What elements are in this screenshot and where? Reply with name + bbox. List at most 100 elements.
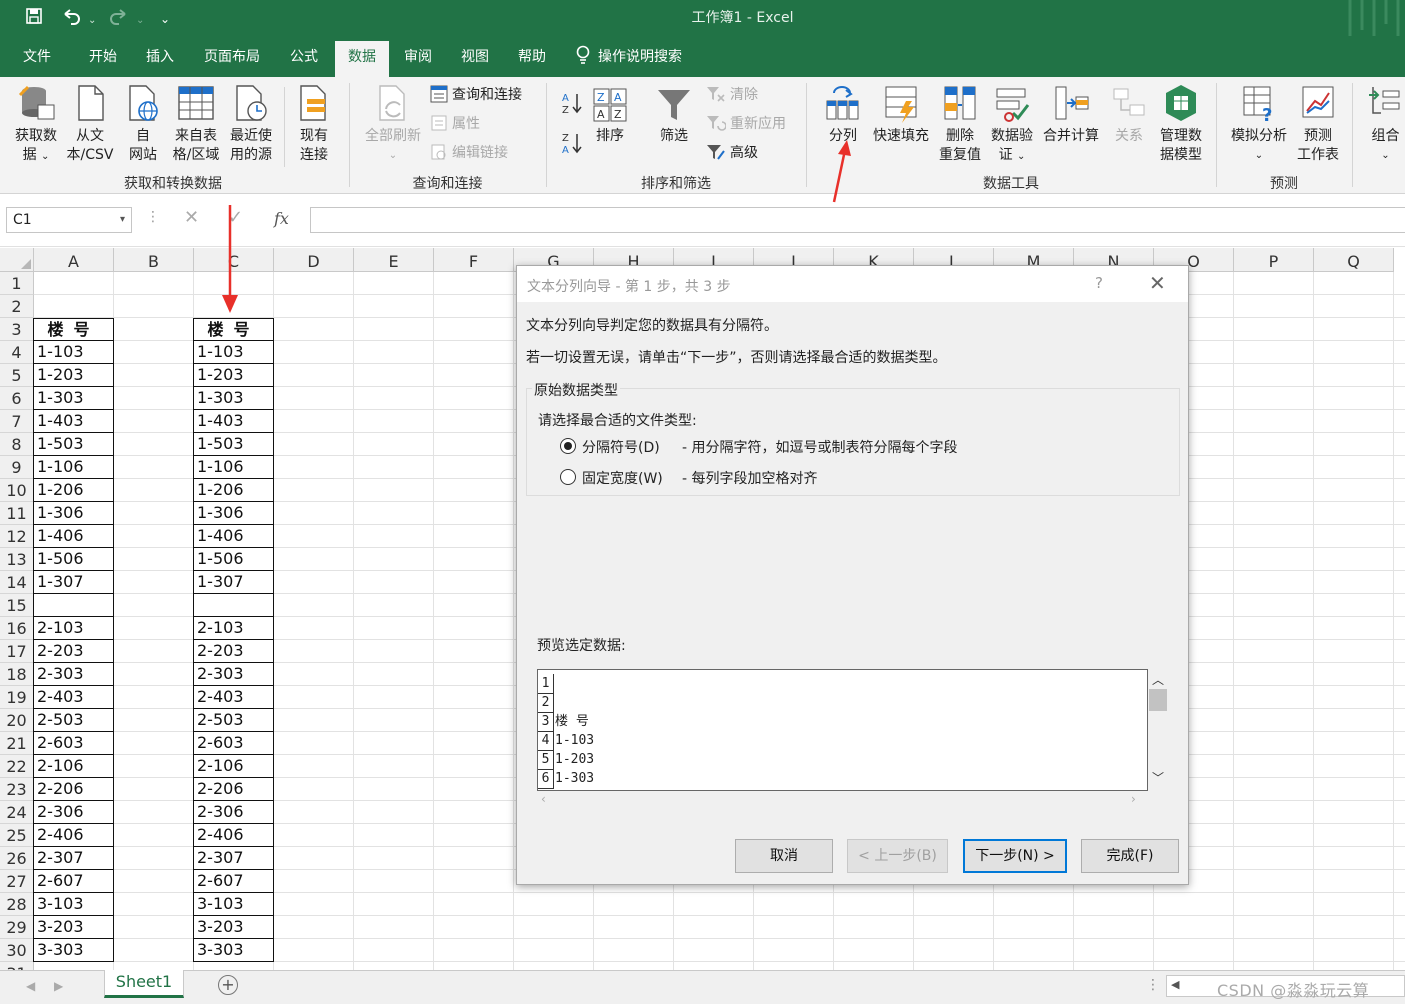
text-to-columns-button[interactable]: 分列 xyxy=(822,83,864,146)
cell-c27[interactable]: 2-607 xyxy=(193,870,274,893)
recent-sources-button[interactable]: 最近使 用的源 xyxy=(224,83,278,165)
tab-review[interactable]: 审阅 xyxy=(394,45,442,77)
row-header-13[interactable]: 13 xyxy=(0,548,34,571)
cell-a6[interactable]: 1-303 xyxy=(33,387,114,410)
column-header-f[interactable]: F xyxy=(434,248,514,272)
splitter-icon[interactable]: ⋮ xyxy=(1146,977,1160,993)
row-header-1[interactable]: 1 xyxy=(0,272,34,295)
cell-c9[interactable]: 1-106 xyxy=(193,456,274,479)
help-icon[interactable]: ? xyxy=(1095,274,1103,292)
cell-c11[interactable]: 1-306 xyxy=(193,502,274,525)
cell-a23[interactable]: 2-206 xyxy=(33,778,114,801)
row-header-27[interactable]: 27 xyxy=(0,870,34,893)
cell-a29[interactable]: 3-203 xyxy=(33,916,114,939)
scroll-thumb[interactable] xyxy=(1149,689,1167,711)
tab-home[interactable]: 开始 xyxy=(78,45,128,77)
row-header-21[interactable]: 21 xyxy=(0,732,34,755)
cell-a11[interactable]: 1-306 xyxy=(33,502,114,525)
row-header-15[interactable]: 15 xyxy=(0,594,34,617)
cell-c22[interactable]: 2-106 xyxy=(193,755,274,778)
hscroll-left-arrow-icon[interactable]: ‹ xyxy=(541,792,546,806)
row-header-28[interactable]: 28 xyxy=(0,893,34,916)
cell-c17[interactable]: 2-203 xyxy=(193,640,274,663)
row-header-25[interactable]: 25 xyxy=(0,824,34,847)
insert-function-icon[interactable]: fx xyxy=(274,209,289,228)
sheet-tab-sheet1[interactable]: Sheet1 xyxy=(104,970,184,998)
row-header-4[interactable]: 4 xyxy=(0,341,34,364)
cell-c10[interactable]: 1-206 xyxy=(193,479,274,502)
cell-a8[interactable]: 1-503 xyxy=(33,433,114,456)
flash-fill-button[interactable]: 快速填充 xyxy=(868,83,934,146)
row-header-19[interactable]: 19 xyxy=(0,686,34,709)
close-icon[interactable]: ✕ xyxy=(1149,271,1166,295)
column-header-a[interactable]: A xyxy=(34,248,114,272)
row-header-26[interactable]: 26 xyxy=(0,847,34,870)
cell-a10[interactable]: 1-206 xyxy=(33,479,114,502)
cell-a18[interactable]: 2-303 xyxy=(33,663,114,686)
cell-c5[interactable]: 1-203 xyxy=(193,364,274,387)
row-header-2[interactable]: 2 xyxy=(0,295,34,318)
cell-a5[interactable]: 1-203 xyxy=(33,364,114,387)
tab-file[interactable]: 文件 xyxy=(14,45,60,77)
row-header-30[interactable]: 30 xyxy=(0,939,34,962)
cell-a4[interactable]: 1-103 xyxy=(33,341,114,364)
cell-c24[interactable]: 2-306 xyxy=(193,801,274,824)
next-button[interactable]: 下一步(N) > xyxy=(963,839,1067,873)
what-if-analysis-button[interactable]: ? 模拟分析 ⌄ xyxy=(1224,83,1294,165)
cell-c18[interactable]: 2-303 xyxy=(193,663,274,686)
cell-c7[interactable]: 1-403 xyxy=(193,410,274,433)
tell-me-search[interactable]: 操作说明搜索 xyxy=(576,45,706,77)
row-header-8[interactable]: 8 xyxy=(0,433,34,456)
cell-c6[interactable]: 1-303 xyxy=(193,387,274,410)
row-header-6[interactable]: 6 xyxy=(0,387,34,410)
from-text-csv-button[interactable]: 从文 本/CSV xyxy=(62,83,118,165)
row-header-20[interactable]: 20 xyxy=(0,709,34,732)
cell-a7[interactable]: 1-403 xyxy=(33,410,114,433)
tab-insert[interactable]: 插入 xyxy=(136,45,184,77)
row-header-3[interactable]: 3 xyxy=(0,318,34,341)
row-header-22[interactable]: 22 xyxy=(0,755,34,778)
cell-c28[interactable]: 3-103 xyxy=(193,893,274,916)
queries-connections-button[interactable]: 查询和连接 xyxy=(430,85,522,105)
tab-view[interactable]: 视图 xyxy=(451,45,499,77)
column-header-b[interactable]: B xyxy=(114,248,194,272)
cell-c8[interactable]: 1-503 xyxy=(193,433,274,456)
get-data-button[interactable]: 获取数 据 ⌄ xyxy=(8,83,64,166)
formula-input[interactable] xyxy=(310,207,1405,233)
filter-button[interactable]: 筛选 xyxy=(652,87,696,146)
delimited-radio[interactable] xyxy=(560,438,576,454)
cell-c21[interactable]: 2-603 xyxy=(193,732,274,755)
existing-connections-button[interactable]: 现有 连接 xyxy=(290,83,338,165)
cell-a12[interactable]: 1-406 xyxy=(33,525,114,548)
row-header-7[interactable]: 7 xyxy=(0,410,34,433)
cell-a13[interactable]: 1-506 xyxy=(33,548,114,571)
row-header-23[interactable]: 23 xyxy=(0,778,34,801)
tab-data[interactable]: 数据 xyxy=(335,41,389,77)
from-web-button[interactable]: 自 网站 xyxy=(122,83,164,165)
cell-c12[interactable]: 1-406 xyxy=(193,525,274,548)
cell-c16[interactable]: 2-103 xyxy=(193,617,274,640)
row-header-12[interactable]: 12 xyxy=(0,525,34,548)
cell-a28[interactable]: 3-103 xyxy=(33,893,114,916)
preview-pane[interactable]: 123楼 号 4 1-103 5 1-203 6 1-303 xyxy=(537,669,1148,791)
fixed-width-label[interactable]: 固定宽度(W) xyxy=(582,468,663,488)
finish-button[interactable]: 完成(F) xyxy=(1081,839,1179,873)
cell-c4[interactable]: 1-103 xyxy=(193,341,274,364)
name-box-dropdown-icon[interactable]: ▾ xyxy=(120,208,125,232)
delimited-label[interactable]: 分隔符号(D) xyxy=(582,437,660,457)
cell-c30[interactable]: 3-303 xyxy=(193,939,274,962)
cell-a3[interactable]: 楼号 xyxy=(33,318,114,341)
cell-c14[interactable]: 1-307 xyxy=(193,571,274,594)
cell-a20[interactable]: 2-503 xyxy=(33,709,114,732)
column-header-p[interactable]: P xyxy=(1234,248,1314,272)
row-header-17[interactable]: 17 xyxy=(0,640,34,663)
horizontal-scrollbar[interactable]: ◀ CSDN @淼淼玩云算 xyxy=(1166,975,1405,1000)
cell-c15[interactable] xyxy=(193,594,274,617)
row-header-14[interactable]: 14 xyxy=(0,571,34,594)
cell-a30[interactable]: 3-303 xyxy=(33,939,114,962)
advanced-filter-button[interactable]: 高级 xyxy=(706,143,758,163)
cell-a19[interactable]: 2-403 xyxy=(33,686,114,709)
sort-ascending-button[interactable]: AZ xyxy=(561,91,583,121)
row-header-29[interactable]: 29 xyxy=(0,916,34,939)
tab-help[interactable]: 帮助 xyxy=(508,45,556,77)
